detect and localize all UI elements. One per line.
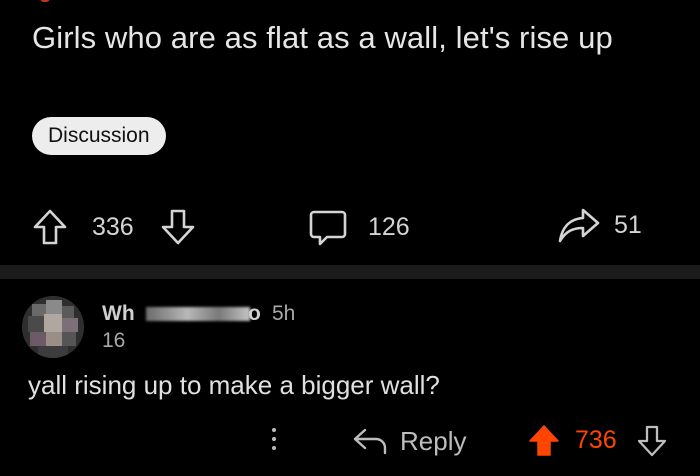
section-divider [0, 265, 700, 279]
commenter-karma: 16 [102, 329, 126, 352]
username-redaction [146, 307, 250, 321]
commenter-username-end[interactable]: o [248, 301, 261, 327]
comment-timestamp: 5h [272, 302, 296, 325]
subreddit-avatar-edge [40, 0, 50, 2]
post-action-bar: 336 126 51 [0, 200, 700, 254]
comment-upvote-active-icon[interactable] [528, 424, 560, 458]
commenter-avatar[interactable] [22, 296, 84, 358]
comment-body: yall rising up to make a bigger wall? [28, 370, 440, 400]
post-upvote-count: 336 [92, 213, 134, 241]
downvote-icon[interactable] [160, 208, 196, 246]
comment-icon[interactable] [308, 208, 348, 248]
share-icon[interactable] [557, 206, 601, 246]
comment-downvote-icon[interactable] [636, 424, 668, 458]
post-comment-count: 126 [368, 213, 410, 241]
reply-label: Reply [400, 426, 467, 456]
comment-score: 736 [575, 426, 617, 454]
upvote-icon[interactable] [32, 208, 68, 246]
comment-action-bar: Reply 736 [0, 418, 700, 464]
reply-icon [352, 426, 388, 456]
reddit-post-page: Girls who are as flat as a wall, let's r… [0, 0, 700, 476]
post-title[interactable]: Girls who are as flat as a wall, let's r… [32, 18, 672, 58]
post-flair-badge[interactable]: Discussion [32, 117, 166, 155]
more-options-icon[interactable] [266, 424, 282, 458]
post-share-count: 51 [614, 211, 642, 239]
commenter-username-start[interactable]: Wh [102, 301, 135, 327]
